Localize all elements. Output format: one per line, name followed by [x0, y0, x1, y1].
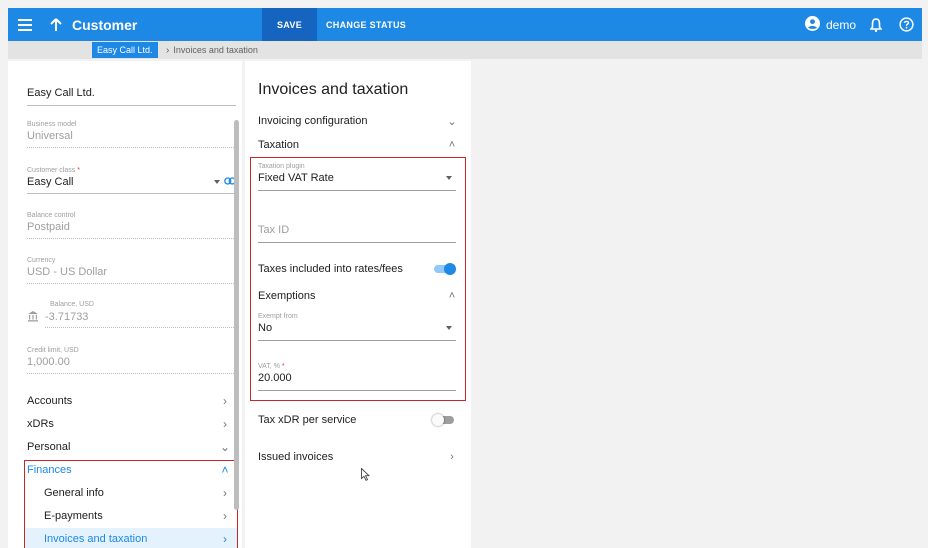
- chevron-down-icon: ⌄: [447, 115, 457, 128]
- taxation-header[interactable]: Taxation ˄: [258, 135, 458, 155]
- user-menu[interactable]: demo: [804, 15, 856, 34]
- chevron-right-icon: ›: [223, 417, 227, 431]
- chevron-right-icon: ›: [223, 394, 227, 408]
- app-header: Customer SAVE CHANGE STATUS demo: [8, 8, 922, 41]
- breadcrumb-parent-link[interactable]: Easy Call Ltd.: [92, 42, 158, 58]
- chevron-right-icon: ›: [166, 44, 170, 56]
- required-mark: *: [281, 363, 285, 370]
- credit-limit-field: Credit limit, USD 1,000.00: [27, 347, 236, 374]
- customer-class-value: Easy Call: [27, 176, 74, 188]
- chevron-right-icon: ›: [223, 532, 227, 546]
- nav-item-label: General info: [44, 487, 104, 499]
- page-title: Customer: [72, 16, 138, 33]
- chevron-right-icon: ›: [223, 509, 227, 523]
- account-circle-icon: [804, 15, 820, 34]
- required-mark: *: [77, 167, 80, 174]
- exemptions-header[interactable]: Exemptions ˄: [258, 286, 458, 306]
- section-title: Invoices and taxation: [258, 81, 409, 98]
- taxation-plugin-label: Taxation plugin: [258, 163, 305, 170]
- business-model-field: Business model Universal: [27, 121, 236, 148]
- nav-item-label: E-payments: [44, 510, 103, 522]
- bank-icon: [27, 309, 39, 327]
- tax-xdr-label: Tax xDR per service: [258, 414, 357, 426]
- taxation-label: Taxation: [258, 139, 299, 151]
- tax-xdr-toggle[interactable]: [432, 414, 456, 426]
- user-name: demo: [825, 17, 856, 32]
- breadcrumb: Easy Call Ltd. › Invoices and taxation: [8, 41, 922, 59]
- nav-item-personal[interactable]: Personal ⌄: [27, 436, 231, 458]
- change-status-button[interactable]: CHANGE STATUS: [320, 8, 412, 41]
- issued-invoices-label: Issued invoices: [258, 451, 334, 463]
- chevron-up-icon: ˄: [221, 463, 229, 477]
- balance-label: Balance, USD: [50, 301, 94, 308]
- breadcrumb-current: › Invoices and taxation: [166, 42, 258, 58]
- customer-class-field[interactable]: Customer class * Easy Call: [27, 167, 236, 194]
- mouse-cursor-icon: [361, 467, 371, 486]
- customer-name-field[interactable]: Easy Call Ltd.: [27, 87, 236, 106]
- balance-control-value: Postpaid: [27, 219, 236, 239]
- exempt-from-value: No: [258, 322, 273, 334]
- taxation-plugin-select[interactable]: Taxation plugin Fixed VAT Rate: [258, 163, 456, 191]
- exempt-from-select[interactable]: Exempt from No: [258, 313, 456, 341]
- taxes-included-label: Taxes included into rates/fees: [258, 263, 403, 275]
- chevron-up-icon: ˄: [448, 139, 456, 151]
- taxation-plugin-value: Fixed VAT Rate: [258, 172, 334, 184]
- customer-name-value: Easy Call Ltd.: [27, 87, 236, 106]
- customer-class-label: Customer class: [27, 167, 76, 174]
- invoices-taxation-panel: Invoices and taxation Invoicing configur…: [245, 61, 471, 548]
- currency-field: Currency USD - US Dollar: [27, 257, 236, 284]
- taxes-included-toggle[interactable]: [432, 263, 456, 275]
- business-model-label: Business model: [27, 121, 77, 128]
- nav-item-e-payments[interactable]: E-payments ›: [44, 505, 231, 527]
- chevron-down-icon: [446, 326, 452, 330]
- chevron-right-icon: ›: [450, 451, 454, 463]
- issued-invoices-row[interactable]: Issued invoices ›: [258, 447, 458, 467]
- vat-label: VAT, %: [258, 363, 280, 370]
- exemptions-label: Exemptions: [258, 290, 316, 302]
- breadcrumb-current-label: Invoices and taxation: [173, 45, 258, 55]
- nav-item-label: Finances: [27, 464, 72, 476]
- tax-id-input[interactable]: Tax ID: [258, 224, 456, 243]
- nav-item-general-info[interactable]: General info ›: [44, 482, 231, 504]
- balance-value: -3.71733: [45, 308, 236, 328]
- help-icon[interactable]: [896, 15, 916, 35]
- nav-item-label: Personal: [27, 441, 71, 453]
- customer-summary-panel: Easy Call Ltd. Business model Universal …: [8, 61, 242, 548]
- taxes-included-row: Taxes included into rates/fees: [258, 259, 456, 279]
- left-panel-scrollbar[interactable]: [234, 120, 239, 510]
- balance-control-field: Balance control Postpaid: [27, 212, 236, 239]
- chevron-down-icon: ⌄: [219, 440, 231, 454]
- chevron-up-icon: ˄: [448, 290, 456, 302]
- invoicing-configuration-label: Invoicing configuration: [258, 115, 368, 127]
- currency-value: USD - US Dollar: [27, 264, 236, 284]
- nav-item-label: Invoices and taxation: [44, 533, 148, 545]
- credit-limit-value: 1,000.00: [27, 354, 236, 374]
- vat-input[interactable]: VAT, % * 20.000: [258, 363, 456, 391]
- invoicing-configuration-header[interactable]: Invoicing configuration ⌄: [258, 111, 458, 131]
- bell-icon[interactable]: [866, 15, 886, 35]
- nav-item-finances[interactable]: Finances ˄: [27, 459, 231, 481]
- nav-item-label: xDRs: [27, 418, 54, 430]
- balance-field: Balance, USD -3.71733: [45, 301, 236, 328]
- menu-icon[interactable]: [8, 8, 42, 41]
- currency-label: Currency: [27, 257, 56, 264]
- nav-item-accounts[interactable]: Accounts ›: [27, 390, 231, 412]
- nav-item-label: Accounts: [27, 395, 73, 407]
- tax-xdr-row: Tax xDR per service: [258, 410, 456, 430]
- arrow-up-icon[interactable]: [42, 8, 70, 41]
- tax-id-placeholder: Tax ID: [258, 224, 456, 243]
- credit-limit-label: Credit limit, USD: [27, 347, 79, 354]
- chevron-down-icon[interactable]: [214, 180, 220, 184]
- business-model-value: Universal: [27, 128, 236, 148]
- chevron-down-icon: [446, 176, 452, 180]
- exempt-from-label: Exempt from: [258, 313, 298, 320]
- balance-control-label: Balance control: [27, 212, 76, 219]
- chevron-right-icon: ›: [223, 486, 227, 500]
- nav-item-xdrs[interactable]: xDRs ›: [27, 413, 231, 435]
- save-button[interactable]: SAVE: [262, 8, 317, 41]
- vat-value: 20.000: [258, 370, 456, 391]
- nav-item-invoices-and-taxation[interactable]: Invoices and taxation ›: [44, 528, 231, 548]
